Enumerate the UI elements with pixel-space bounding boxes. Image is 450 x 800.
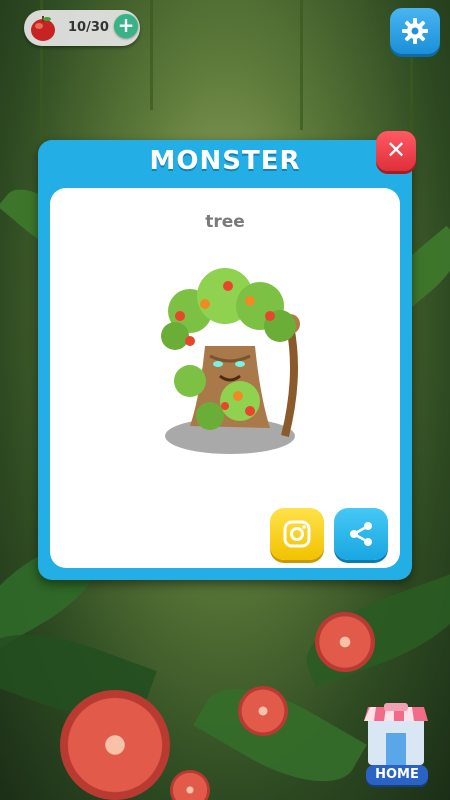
red-flower (60, 690, 170, 800)
home-label: HOME (366, 765, 428, 785)
vine (300, 0, 303, 130)
share-button[interactable] (334, 508, 388, 560)
monster-modal: MONSTER tree (38, 140, 412, 580)
close-icon: ✕ (385, 136, 407, 164)
monster-card: tree (50, 188, 400, 568)
gear-icon (402, 18, 428, 44)
plus-icon: + (117, 13, 135, 37)
close-button[interactable]: ✕ (376, 131, 416, 171)
apple-icon (28, 13, 58, 43)
monster-name: tree (205, 212, 245, 232)
shop-home-icon (364, 703, 428, 765)
modal-title: MONSTER (149, 146, 301, 176)
add-apples-button[interactable]: + (114, 14, 138, 38)
instagram-icon (283, 520, 311, 548)
share-icon (350, 522, 372, 546)
red-flower (315, 612, 375, 672)
tree-monster-illustration (161, 268, 300, 454)
home-button[interactable]: HOME (360, 703, 432, 787)
leaf (193, 664, 367, 800)
apple-count: 10/30 (68, 20, 109, 35)
settings-button[interactable] (390, 8, 440, 54)
red-flower (170, 770, 210, 800)
red-flower (238, 686, 288, 736)
vine (150, 0, 153, 110)
instagram-button[interactable] (270, 508, 324, 560)
